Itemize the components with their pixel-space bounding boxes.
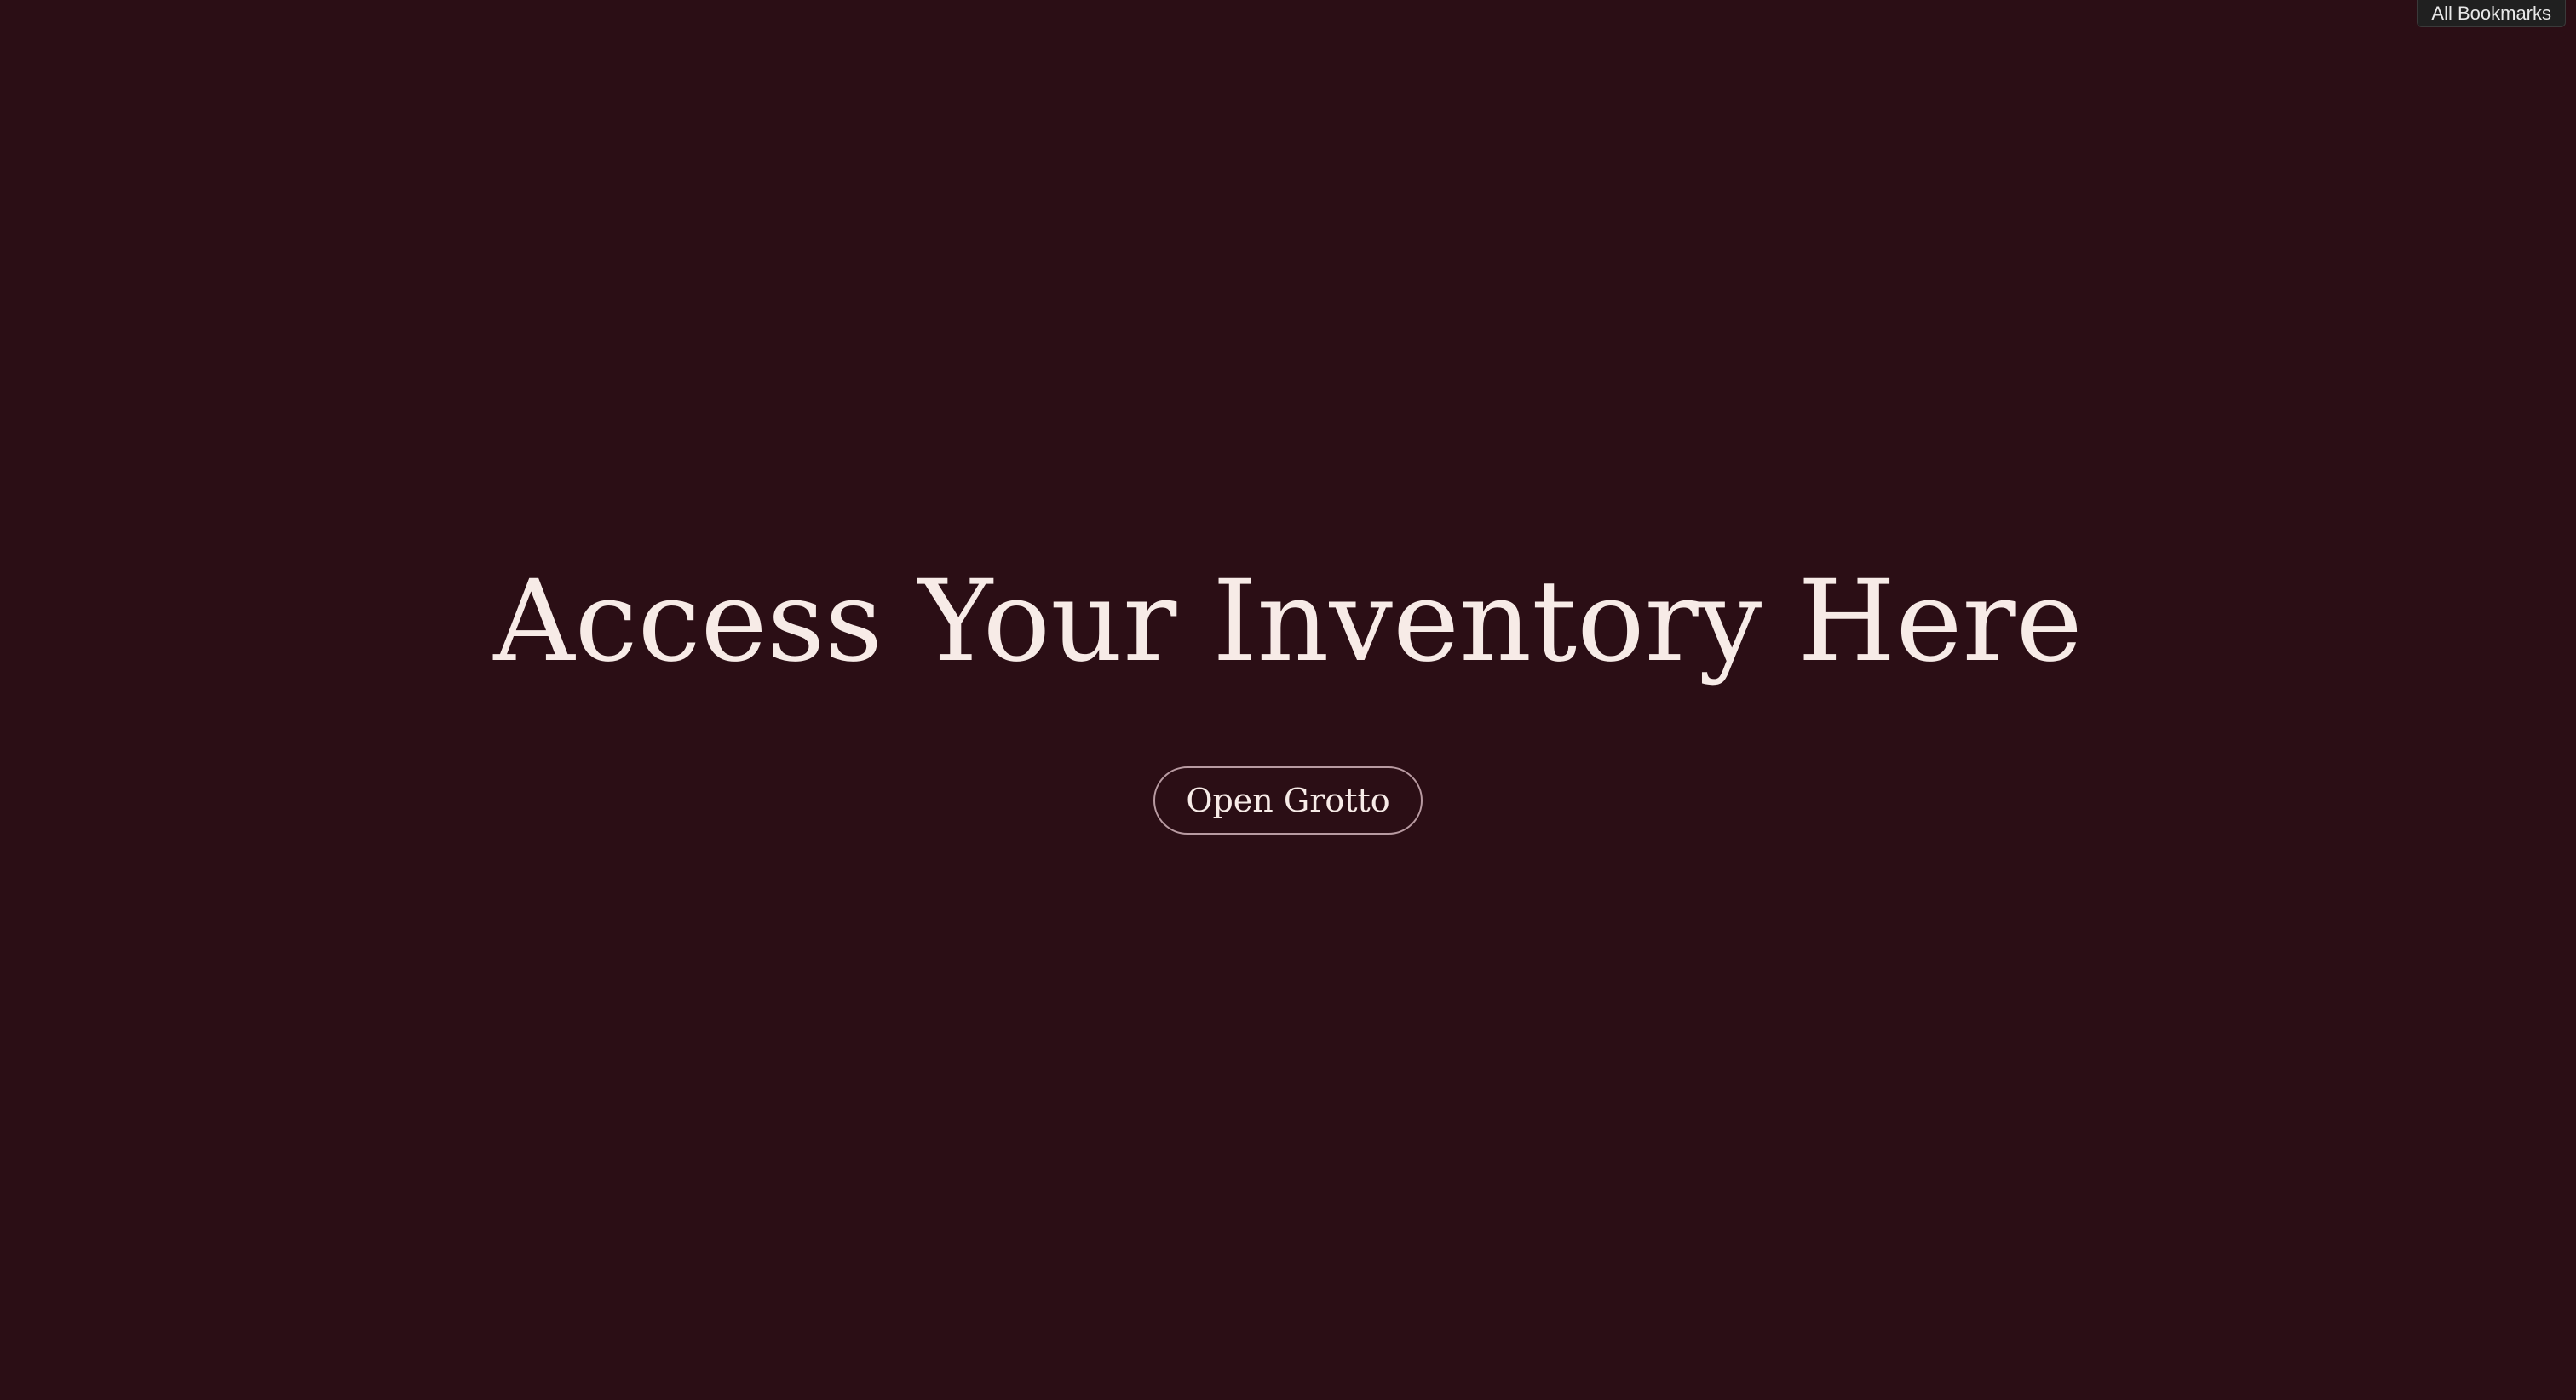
all-bookmarks-button[interactable]: All Bookmarks <box>2417 0 2566 27</box>
hero-title: Access Your Inventory Here <box>493 556 2083 687</box>
page: All Bookmarks Access Your Inventory Here… <box>0 0 2576 1400</box>
hero-section: Access Your Inventory Here Open Grotto <box>0 545 2576 835</box>
open-grotto-button[interactable]: Open Grotto <box>1153 766 1423 835</box>
